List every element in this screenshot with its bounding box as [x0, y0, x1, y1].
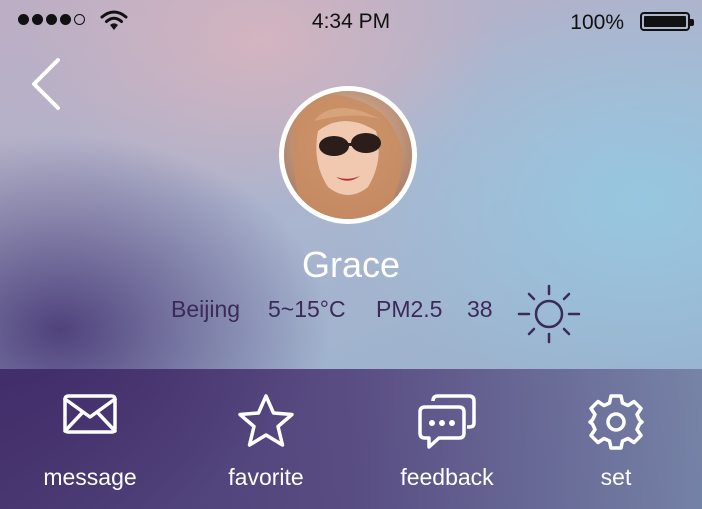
favorite-button[interactable]: favorite — [191, 369, 341, 509]
action-bar: message favorite feedback set — [0, 369, 702, 509]
profile-name: Grace — [301, 244, 401, 285]
battery-percentage: 100% — [570, 11, 624, 34]
avatar-photo — [284, 91, 412, 219]
weather-info: Beijing 5~15°C PM2.5 38 — [0, 296, 702, 326]
weather-city: Beijing — [171, 296, 241, 322]
set-label: set — [600, 464, 632, 490]
star-icon — [238, 394, 294, 447]
gear-icon — [588, 394, 644, 450]
avatar[interactable] — [279, 86, 417, 224]
weather-temperature: 5~15°C — [268, 296, 346, 322]
status-bar: 4:34 PM 100% — [0, 0, 702, 44]
set-button[interactable]: set — [541, 369, 691, 509]
battery-icon — [640, 12, 694, 31]
favorite-label: favorite — [228, 464, 304, 490]
feedback-button[interactable]: feedback — [372, 369, 522, 509]
weather-pm-value: 38 — [467, 296, 493, 322]
weather-pm-label: PM2.5 — [376, 296, 443, 322]
mail-icon — [63, 394, 117, 434]
feedback-label: feedback — [400, 464, 494, 490]
message-button[interactable]: message — [15, 369, 165, 509]
sun-icon — [517, 284, 581, 344]
chat-bubbles-icon — [418, 394, 476, 449]
message-label: message — [43, 464, 137, 490]
back-chevron-icon[interactable] — [30, 58, 62, 110]
